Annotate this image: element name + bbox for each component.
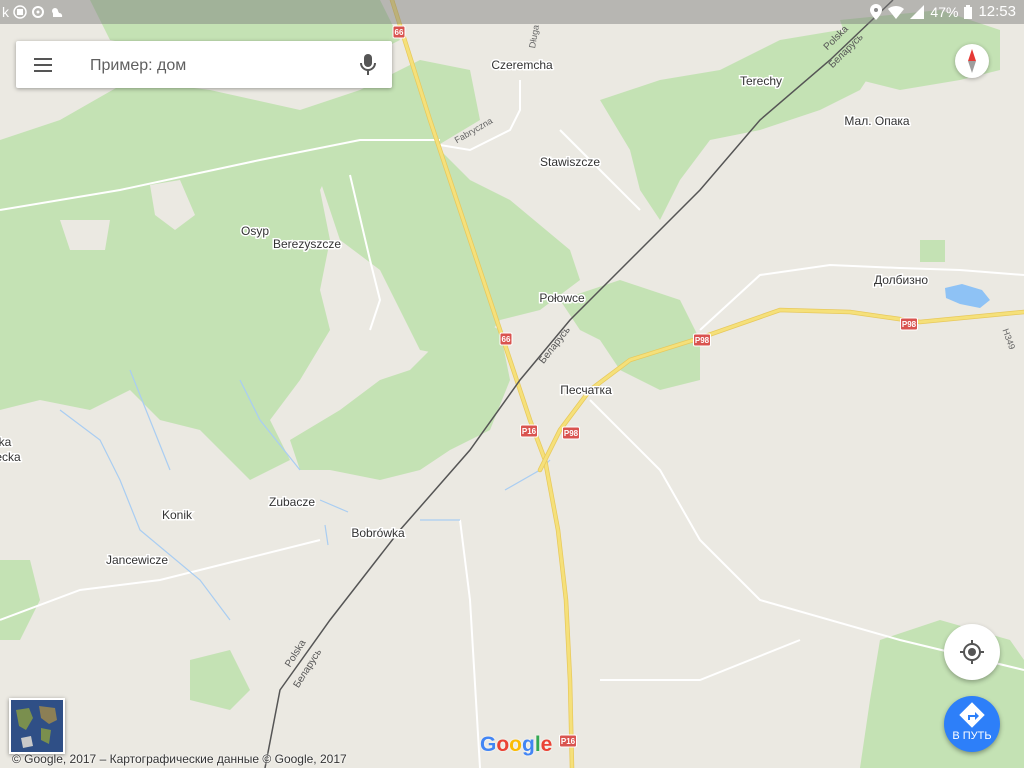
location-icon bbox=[870, 3, 883, 20]
logo-letter: e bbox=[540, 733, 553, 756]
place-label[interactable]: Stawiszcze bbox=[538, 154, 601, 171]
battery-percent: 47% bbox=[930, 3, 959, 20]
map-canvas[interactable]: 66 66 P98 P98 P16 P98 P16 Czeremcha Terechy Мал.… bbox=[0, 0, 1024, 768]
road-shield-label: P16 bbox=[561, 737, 576, 746]
road-shield: P98 bbox=[900, 317, 918, 331]
status-bar: k 47% 12:53 bbox=[0, 0, 1024, 24]
logo-letter: o bbox=[496, 733, 510, 756]
microphone-icon[interactable] bbox=[356, 52, 380, 78]
settings-icon bbox=[32, 6, 44, 18]
road-shield-label: 66 bbox=[502, 335, 511, 344]
place-label[interactable]: Долбизно bbox=[872, 272, 929, 289]
directions-icon bbox=[959, 702, 985, 728]
place-label[interactable]: Bobrówka bbox=[350, 525, 407, 542]
compass-button[interactable] bbox=[955, 44, 989, 78]
my-location-button[interactable] bbox=[944, 624, 1000, 680]
directions-button[interactable]: В ПУТЬ bbox=[944, 696, 1000, 752]
place-label[interactable]: Połowce bbox=[538, 290, 587, 307]
logo-letter: g bbox=[522, 733, 535, 756]
signal-icon bbox=[910, 4, 925, 19]
compass-icon bbox=[968, 49, 976, 73]
place-label[interactable]: Berezyszcze bbox=[271, 236, 342, 253]
road-shield: P16 bbox=[520, 424, 538, 438]
clock: 12:53 bbox=[978, 3, 1016, 20]
notification-icon bbox=[13, 5, 27, 19]
menu-icon[interactable] bbox=[32, 53, 56, 77]
status-right: 47% 12:53 bbox=[870, 3, 1016, 20]
place-label[interactable]: Czeremcha bbox=[490, 57, 555, 74]
place-label[interactable]: Песчатка bbox=[559, 382, 614, 399]
satellite-layer-button[interactable] bbox=[9, 698, 65, 754]
my-location-icon bbox=[960, 640, 984, 664]
place-label[interactable]: ka bbox=[0, 434, 13, 451]
earth-thumbnail-icon bbox=[11, 700, 63, 752]
directions-label: В ПУТЬ bbox=[952, 730, 992, 742]
road-shield: P98 bbox=[693, 333, 711, 347]
place-label[interactable]: Мал. Опака bbox=[843, 113, 911, 130]
battery-icon bbox=[964, 4, 973, 19]
road-shield-label: P98 bbox=[564, 429, 579, 438]
place-label[interactable]: ecka bbox=[0, 449, 22, 466]
wifi-icon bbox=[888, 5, 905, 19]
road-shield-label: P98 bbox=[902, 320, 917, 329]
copyright-text: © Google, 2017 – Картографические данные… bbox=[12, 752, 347, 766]
road-shield-label: P16 bbox=[522, 427, 537, 436]
search-box[interactable] bbox=[16, 41, 392, 88]
place-label[interactable]: Osyp bbox=[239, 223, 270, 240]
road-shield-label: 66 bbox=[395, 28, 404, 37]
google-logo: Google bbox=[480, 733, 552, 757]
road-shield: 66 bbox=[392, 25, 406, 39]
road-shield: P98 bbox=[562, 426, 580, 440]
status-left: k bbox=[2, 4, 65, 20]
place-label[interactable]: Konik bbox=[160, 507, 194, 524]
status-left-text: k bbox=[2, 4, 9, 20]
weather-icon bbox=[52, 8, 63, 17]
road-shield-label: P98 bbox=[695, 336, 710, 345]
place-label[interactable]: Jancewicze bbox=[104, 552, 169, 569]
road-shield: 66 bbox=[499, 332, 513, 346]
road-shield: P16 bbox=[559, 734, 577, 748]
search-input[interactable] bbox=[88, 49, 342, 82]
logo-letter: o bbox=[509, 733, 522, 756]
logo-letter: G bbox=[480, 733, 497, 756]
place-label[interactable]: Terechy bbox=[738, 73, 783, 90]
place-label[interactable]: Zubacze bbox=[267, 494, 316, 511]
